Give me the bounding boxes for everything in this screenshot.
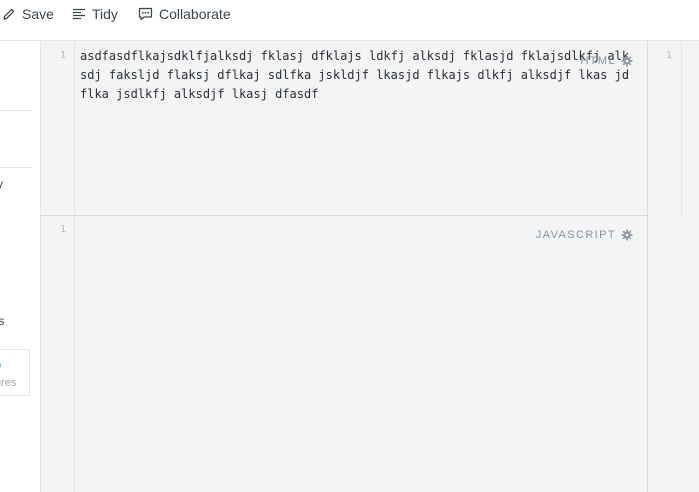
sidebar-card-count: 0 (0, 360, 1, 372)
align-left-icon (73, 8, 85, 20)
save-label: Save (22, 6, 54, 22)
tidy-label: Tidy (92, 6, 118, 22)
javascript-pane-label: JAVASCRIPT (536, 229, 633, 241)
sidebar-card-text: ures (0, 377, 17, 389)
line-gutter (681, 41, 682, 216)
sidebar-fragment: ts (0, 314, 4, 328)
save-button[interactable]: Save (2, 6, 54, 22)
sidebar-fragment: v (0, 177, 3, 191)
javascript-editor-pane[interactable]: 1 JAVASCRIPT (41, 216, 647, 492)
line-number: 1 (666, 50, 673, 61)
right-editor-pane[interactable]: 1 (647, 41, 699, 492)
html-label-text: HTML (580, 55, 616, 67)
sidebar-divider (0, 110, 31, 111)
sidebar-divider (0, 167, 31, 168)
chat-bubble-icon (138, 7, 153, 21)
line-number: 1 (59, 224, 66, 235)
html-code[interactable]: asdfasdflkajsdklfjalksdj fklasj dfklajs … (80, 47, 635, 104)
settings-gear-icon[interactable] (621, 229, 633, 241)
html-pane-label: HTML (580, 55, 633, 67)
pencil-icon (3, 8, 15, 20)
html-editor-pane[interactable]: 1 asdfasdflkajsdklfjalksdj fklasj dfklaj… (41, 41, 647, 216)
left-sidebar: v ts 0 ures (0, 41, 41, 492)
top-toolbar: Save Tidy Collaborate (0, 0, 699, 41)
javascript-label-text: JAVASCRIPT (535, 229, 616, 241)
collaborate-label: Collaborate (159, 6, 231, 22)
sidebar-card[interactable]: 0 ures (0, 349, 30, 396)
settings-gear-icon[interactable] (621, 55, 633, 67)
tidy-button[interactable]: Tidy (72, 6, 118, 22)
line-number: 1 (59, 50, 66, 61)
line-gutter: 1 (41, 41, 75, 215)
collaborate-button[interactable]: Collaborate (138, 6, 231, 22)
line-gutter: 1 (41, 216, 75, 492)
